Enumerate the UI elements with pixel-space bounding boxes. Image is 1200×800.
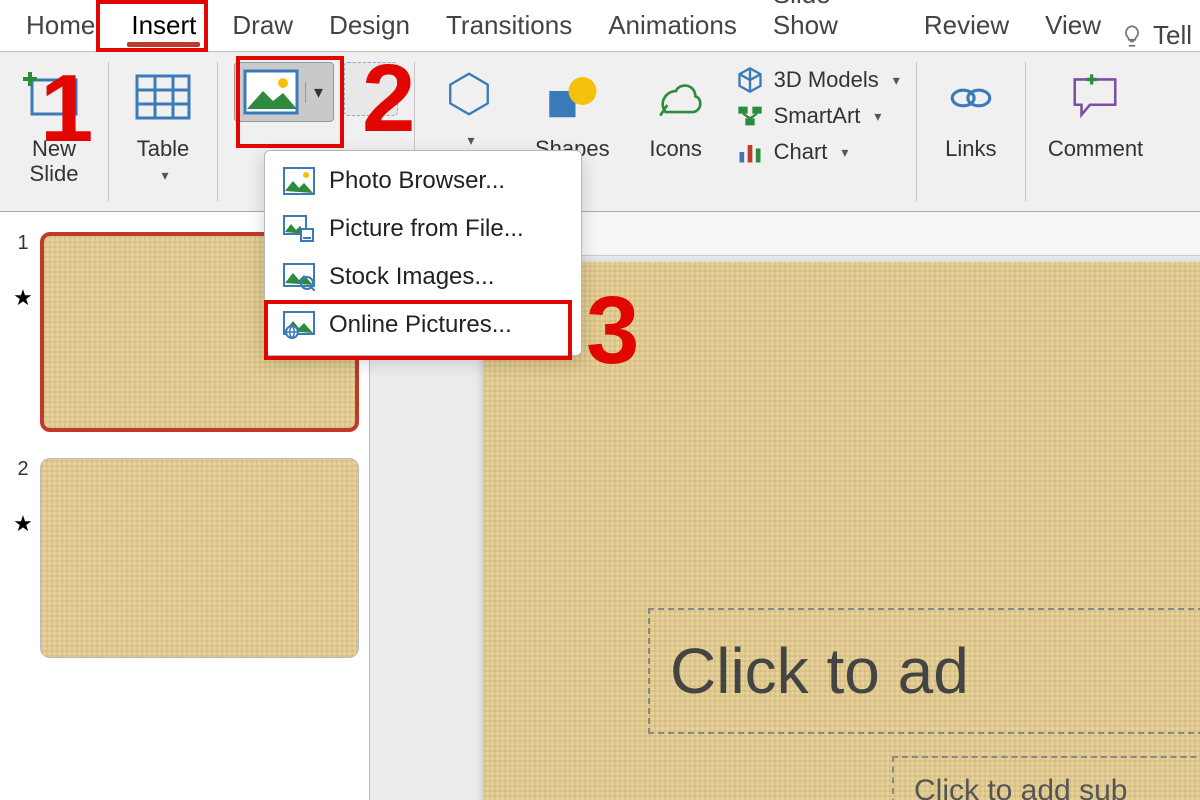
pictures-dropdown: Photo Browser... Picture from File... St… bbox=[264, 150, 582, 356]
menu-online-pictures[interactable]: Online Pictures... bbox=[265, 301, 581, 349]
tab-design[interactable]: Design bbox=[311, 2, 428, 51]
new-slide-label: New Slide bbox=[30, 136, 79, 187]
chevron-down-icon: ▾ bbox=[874, 108, 881, 125]
pictures-caret-icon[interactable]: ▾ bbox=[305, 82, 325, 103]
links-label: Links bbox=[945, 136, 996, 161]
comment-button[interactable]: Comment bbox=[1042, 62, 1149, 165]
chart-label: Chart bbox=[774, 139, 828, 165]
tell-me-label: Tell bbox=[1153, 20, 1192, 51]
title-placeholder[interactable]: Click to ad bbox=[648, 608, 1200, 734]
icons-icon bbox=[644, 66, 708, 130]
slide-canvas[interactable]: Click to ad Click to add sub bbox=[484, 262, 1200, 800]
comment-icon bbox=[1063, 66, 1127, 130]
group-table: Table ▾ bbox=[109, 58, 217, 205]
chevron-down-icon: ▾ bbox=[467, 132, 474, 149]
menu-stock-images[interactable]: Stock Images... bbox=[265, 253, 581, 301]
shapes-icon bbox=[540, 66, 604, 130]
tab-draw[interactable]: Draw bbox=[214, 2, 311, 51]
ribbon-tabstrip: Home Insert Draw Design Transitions Anim… bbox=[0, 0, 1200, 52]
tab-slideshow[interactable]: Slide Show bbox=[755, 0, 906, 51]
pictures-splitbutton[interactable]: ▾ bbox=[234, 62, 334, 122]
table-icon bbox=[131, 66, 195, 130]
picture-file-icon bbox=[283, 215, 315, 243]
stock-images-icon bbox=[283, 263, 315, 291]
cube-icon bbox=[736, 66, 764, 94]
smartart-label: SmartArt bbox=[774, 103, 861, 129]
tab-transitions[interactable]: Transitions bbox=[428, 2, 590, 51]
transition-star-icon: ★ bbox=[13, 511, 33, 537]
online-pictures-icon bbox=[283, 311, 315, 339]
smartart-button[interactable]: SmartArt ▾ bbox=[736, 102, 900, 130]
table-button[interactable]: Table ▾ bbox=[125, 62, 201, 188]
transition-star-icon: ★ bbox=[13, 285, 33, 311]
menu-label: Picture from File... bbox=[329, 215, 524, 243]
chevron-down-icon: ▾ bbox=[893, 72, 900, 89]
menu-picture-from-file[interactable]: Picture from File... bbox=[265, 205, 581, 253]
new-slide-button[interactable]: New Slide bbox=[16, 62, 92, 191]
pictures-icon bbox=[243, 69, 299, 115]
screenshot-button[interactable] bbox=[344, 62, 398, 116]
ribbon: New Slide Table ▾ ▾ bbox=[0, 52, 1200, 212]
menu-label: Stock Images... bbox=[329, 263, 494, 291]
menu-label: Photo Browser... bbox=[329, 167, 505, 195]
tab-review[interactable]: Review bbox=[906, 2, 1027, 51]
3d-models-button[interactable]: 3D Models ▾ bbox=[736, 66, 900, 94]
tab-insert[interactable]: Insert bbox=[113, 2, 214, 51]
workspace: 1 ★ 2 ★ Click to ad Click to add sub bbox=[0, 212, 1200, 800]
chevron-down-icon: ▾ bbox=[161, 167, 168, 184]
slide-number: 2 bbox=[17, 458, 28, 481]
menu-label: Online Pictures... bbox=[329, 311, 512, 339]
tab-view[interactable]: View bbox=[1027, 2, 1119, 51]
table-label: Table bbox=[137, 136, 190, 161]
comment-label: Comment bbox=[1048, 136, 1143, 161]
slide-thumbnail-2[interactable] bbox=[40, 458, 359, 658]
3d-models-label: 3D Models bbox=[774, 67, 879, 93]
tab-home[interactable]: Home bbox=[8, 2, 113, 51]
group-links: Links bbox=[917, 58, 1025, 205]
hexagon-icon bbox=[437, 62, 501, 126]
group-slides: New Slide bbox=[0, 58, 108, 205]
chart-icon bbox=[736, 138, 764, 166]
icons-button[interactable]: Icons bbox=[638, 62, 714, 165]
chart-button[interactable]: Chart ▾ bbox=[736, 138, 900, 166]
smartart-icon bbox=[736, 102, 764, 130]
link-icon bbox=[939, 66, 1003, 130]
group-comment: Comment bbox=[1026, 58, 1165, 205]
photo-browser-icon bbox=[283, 167, 315, 195]
thumb-gutter: 1 ★ bbox=[8, 232, 38, 311]
subtitle-placeholder[interactable]: Click to add sub bbox=[892, 756, 1200, 800]
new-slide-icon bbox=[22, 66, 86, 130]
chevron-down-icon: ▾ bbox=[841, 144, 848, 161]
slide-number: 1 bbox=[17, 232, 28, 255]
menu-photo-browser[interactable]: Photo Browser... bbox=[265, 157, 581, 205]
illustrations-more: 3D Models ▾ SmartArt ▾ Chart ▾ bbox=[736, 62, 900, 166]
icons-label: Icons bbox=[649, 136, 702, 161]
tab-animations[interactable]: Animations bbox=[590, 2, 755, 51]
lightbulb-icon bbox=[1119, 23, 1145, 49]
extra-shape-button[interactable]: ▾ bbox=[431, 62, 507, 153]
thumb-gutter: 2 ★ bbox=[8, 458, 38, 537]
thumbnail-row[interactable]: 2 ★ bbox=[0, 452, 369, 678]
links-button[interactable]: Links bbox=[933, 62, 1009, 165]
tell-me[interactable]: Tell bbox=[1119, 20, 1192, 51]
